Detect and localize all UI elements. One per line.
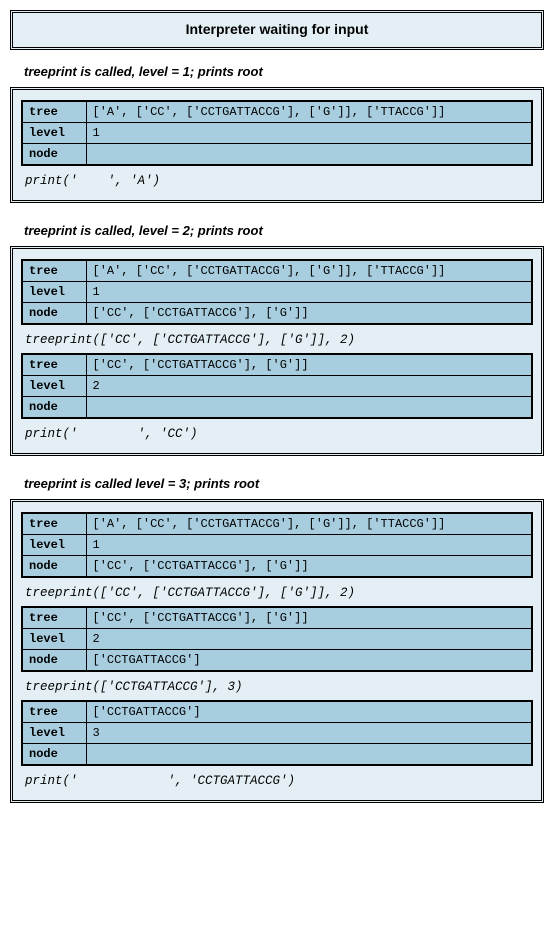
var-key-node: node <box>22 650 86 672</box>
var-val-level: 1 <box>86 282 532 303</box>
var-val-tree: ['CC', ['CCTGATTACCG'], ['G']] <box>86 607 532 629</box>
var-val-node: ['CCTGATTACCG'] <box>86 650 532 672</box>
code-line: print(' ', 'A') <box>21 170 533 194</box>
var-table: tree ['CC', ['CCTGATTACCG'], ['G']] leve… <box>21 606 533 672</box>
var-key-node: node <box>22 303 86 325</box>
var-table: tree ['CC', ['CCTGATTACCG'], ['G']] leve… <box>21 353 533 419</box>
var-table: tree ['A', ['CC', ['CCTGATTACCG'], ['G']… <box>21 512 533 578</box>
code-line: print(' ', 'CC') <box>21 423 533 447</box>
frame-level-3: tree ['A', ['CC', ['CCTGATTACCG'], ['G']… <box>10 499 544 803</box>
code-line: print(' ', 'CCTGATTACCG') <box>21 770 533 794</box>
code-line: treeprint(['CC', ['CCTGATTACCG'], ['G']]… <box>21 329 533 353</box>
table-row: tree ['A', ['CC', ['CCTGATTACCG'], ['G']… <box>22 260 532 282</box>
section-title-1: treeprint is called, level = 1; prints r… <box>24 64 544 79</box>
table-row: node <box>22 397 532 419</box>
var-key-tree: tree <box>22 101 86 123</box>
var-key-level: level <box>22 282 86 303</box>
table-row: level 2 <box>22 629 532 650</box>
table-row: level 1 <box>22 535 532 556</box>
var-val-node <box>86 744 532 766</box>
table-row: node ['CC', ['CCTGATTACCG'], ['G']] <box>22 556 532 578</box>
table-row: tree ['CC', ['CCTGATTACCG'], ['G']] <box>22 607 532 629</box>
var-val-tree: ['A', ['CC', ['CCTGATTACCG'], ['G']], ['… <box>86 260 532 282</box>
var-val-level: 2 <box>86 376 532 397</box>
var-key-level: level <box>22 535 86 556</box>
var-table: tree ['A', ['CC', ['CCTGATTACCG'], ['G']… <box>21 259 533 325</box>
var-val-tree: ['A', ['CC', ['CCTGATTACCG'], ['G']], ['… <box>86 101 532 123</box>
var-val-level: 3 <box>86 723 532 744</box>
section-title-2: treeprint is called, level = 2; prints r… <box>24 223 544 238</box>
var-key-tree: tree <box>22 513 86 535</box>
var-key-node: node <box>22 397 86 419</box>
var-key-tree: tree <box>22 354 86 376</box>
frame-level-1: tree ['A', ['CC', ['CCTGATTACCG'], ['G']… <box>10 87 544 203</box>
table-row: node <box>22 144 532 166</box>
var-val-level: 1 <box>86 535 532 556</box>
table-row: level 2 <box>22 376 532 397</box>
table-row: node ['CC', ['CCTGATTACCG'], ['G']] <box>22 303 532 325</box>
var-val-tree: ['A', ['CC', ['CCTGATTACCG'], ['G']], ['… <box>86 513 532 535</box>
var-val-node: ['CC', ['CCTGATTACCG'], ['G']] <box>86 303 532 325</box>
var-val-tree: ['CCTGATTACCG'] <box>86 701 532 723</box>
table-row: level 3 <box>22 723 532 744</box>
table-row: level 1 <box>22 282 532 303</box>
table-row: tree ['A', ['CC', ['CCTGATTACCG'], ['G']… <box>22 101 532 123</box>
var-key-level: level <box>22 629 86 650</box>
var-key-tree: tree <box>22 701 86 723</box>
var-table: tree ['CCTGATTACCG'] level 3 node <box>21 700 533 766</box>
var-key-node: node <box>22 144 86 166</box>
table-row: node ['CCTGATTACCG'] <box>22 650 532 672</box>
var-key-level: level <box>22 123 86 144</box>
var-val-tree: ['CC', ['CCTGATTACCG'], ['G']] <box>86 354 532 376</box>
table-row: level 1 <box>22 123 532 144</box>
var-table: tree ['A', ['CC', ['CCTGATTACCG'], ['G']… <box>21 100 533 166</box>
var-val-level: 1 <box>86 123 532 144</box>
interpreter-header-text: Interpreter waiting for input <box>186 21 369 37</box>
interpreter-header: Interpreter waiting for input <box>10 10 544 50</box>
code-line: treeprint(['CC', ['CCTGATTACCG'], ['G']]… <box>21 582 533 606</box>
var-key-level: level <box>22 723 86 744</box>
table-row: tree ['CCTGATTACCG'] <box>22 701 532 723</box>
var-key-tree: tree <box>22 607 86 629</box>
code-line: treeprint(['CCTGATTACCG'], 3) <box>21 676 533 700</box>
section-title-3: treeprint is called level = 3; prints ro… <box>24 476 544 491</box>
table-row: node <box>22 744 532 766</box>
var-val-node <box>86 144 532 166</box>
var-val-level: 2 <box>86 629 532 650</box>
var-key-level: level <box>22 376 86 397</box>
var-val-node <box>86 397 532 419</box>
table-row: tree ['A', ['CC', ['CCTGATTACCG'], ['G']… <box>22 513 532 535</box>
var-val-node: ['CC', ['CCTGATTACCG'], ['G']] <box>86 556 532 578</box>
frame-level-2: tree ['A', ['CC', ['CCTGATTACCG'], ['G']… <box>10 246 544 456</box>
var-key-node: node <box>22 744 86 766</box>
var-key-tree: tree <box>22 260 86 282</box>
table-row: tree ['CC', ['CCTGATTACCG'], ['G']] <box>22 354 532 376</box>
var-key-node: node <box>22 556 86 578</box>
